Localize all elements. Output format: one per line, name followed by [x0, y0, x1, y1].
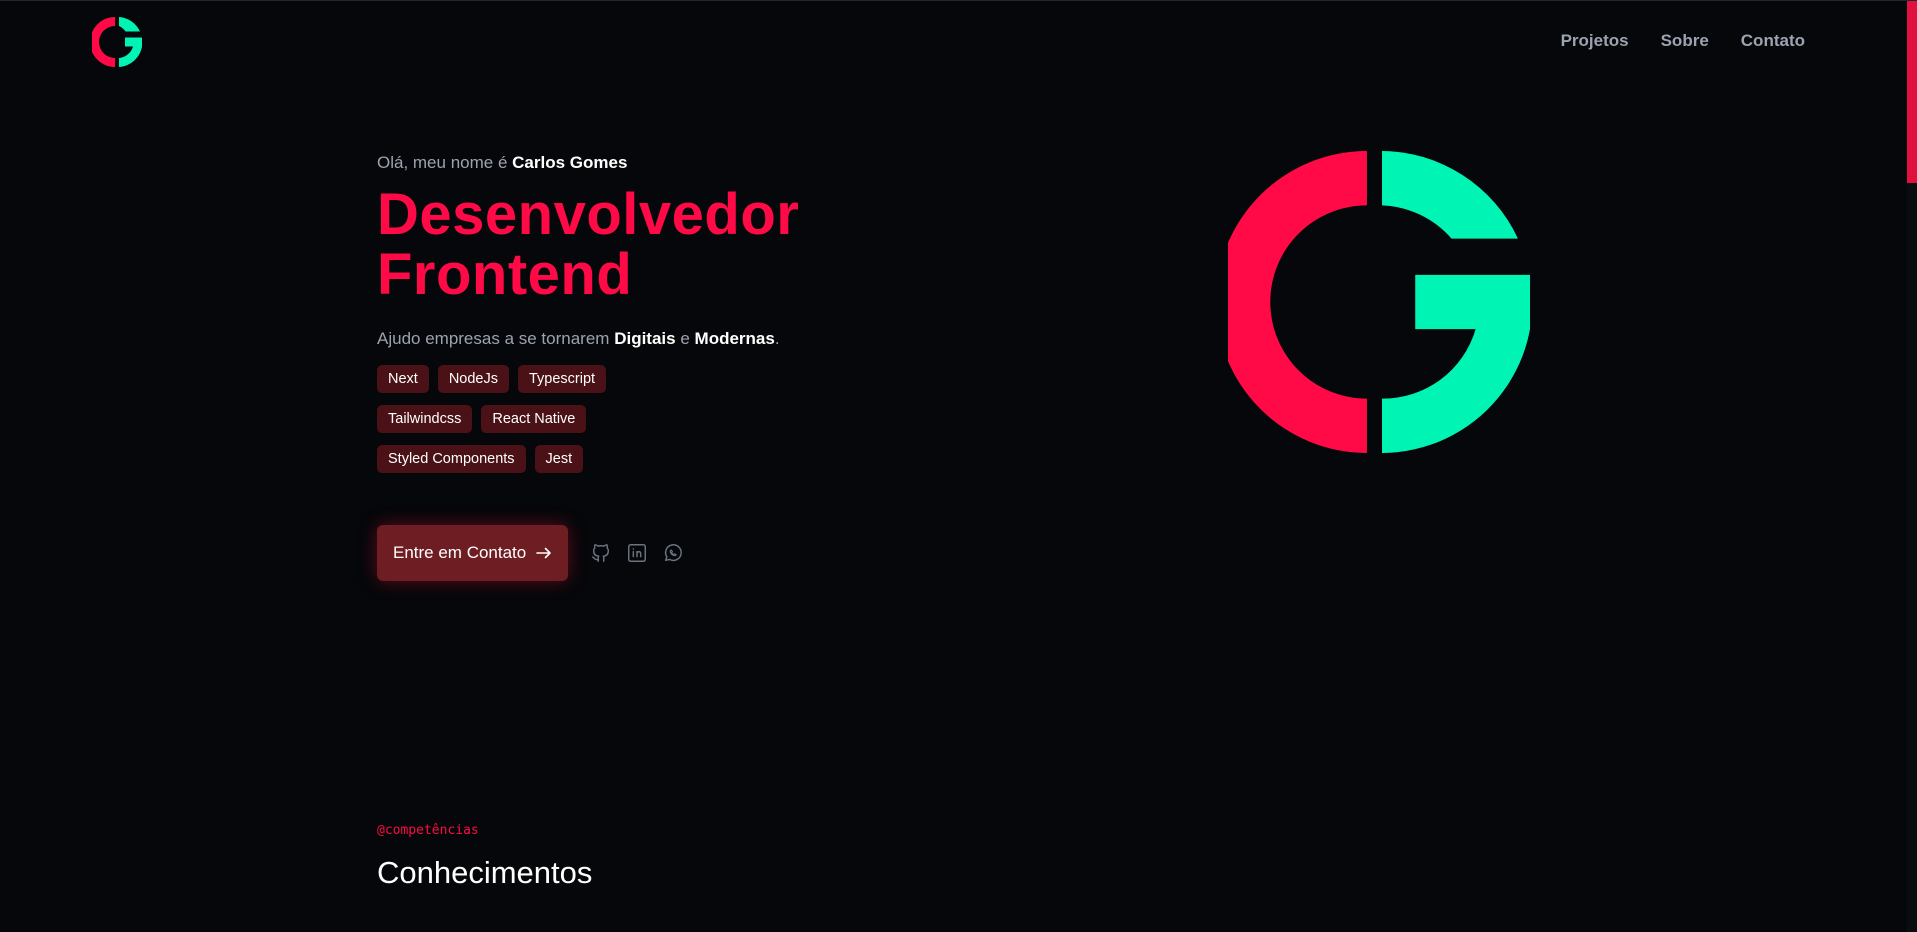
hero-section: Olá, meu nome é Carlos Gomes Desenvolved…	[377, 153, 937, 581]
scrollbar-thumb[interactable]	[1907, 1, 1917, 183]
greeting: Olá, meu nome é Carlos Gomes	[377, 153, 937, 173]
tagline-word-modernas: Modernas	[694, 329, 775, 348]
page: Projetos Sobre Contato Olá, meu nome é C…	[0, 0, 1917, 932]
contact-button-label: Entre em Contato	[393, 543, 527, 562]
tag-react-native: React Native	[481, 405, 587, 433]
tag-row: Styled Components Jest	[377, 445, 937, 473]
nav-sobre[interactable]: Sobre	[1661, 31, 1709, 51]
tagline-suffix: .	[774, 329, 780, 348]
hero-title-line2: Frontend	[377, 242, 633, 307]
cta-row: Entre em Contato	[377, 525, 937, 581]
whatsapp-icon[interactable]	[662, 542, 684, 564]
nav-contato[interactable]: Contato	[1741, 31, 1805, 51]
hero-title-line1: Desenvolvedor	[377, 182, 800, 247]
skills-section-title: Conhecimentos	[377, 855, 593, 890]
nav-projetos[interactable]: Projetos	[1561, 31, 1629, 51]
social-links	[590, 542, 684, 564]
tag-nodejs: NodeJs	[437, 365, 509, 393]
linkedin-icon[interactable]	[626, 542, 648, 564]
tagline: Ajudo empresas a se tornarem Digitais e …	[377, 329, 937, 349]
arrow-right-icon	[536, 547, 552, 559]
tag-jest: Jest	[534, 445, 584, 473]
cg-logo-large-icon	[1228, 151, 1530, 453]
contact-button[interactable]: Entre em Contato	[377, 525, 569, 581]
tag-row: Tailwindcss React Native	[377, 405, 937, 433]
hero-title: Desenvolvedor Frontend	[377, 185, 937, 305]
main-nav: Projetos Sobre Contato	[1561, 31, 1805, 51]
github-icon[interactable]	[590, 542, 612, 564]
tag-styled-components: Styled Components	[377, 445, 526, 473]
page-scrollbar[interactable]	[1907, 1, 1917, 932]
owner-name: Carlos Gomes	[512, 153, 628, 172]
tagline-joiner: e	[680, 329, 690, 348]
tagline-word-digitais: Digitais	[614, 329, 676, 348]
tag-row: Next NodeJs Typescript	[377, 365, 937, 393]
tagline-prefix: Ajudo empresas a se tornarem	[377, 329, 610, 348]
tag-next: Next	[377, 365, 429, 393]
tag-tailwindcss: Tailwindcss	[377, 405, 473, 433]
cg-logo-icon[interactable]	[92, 17, 142, 67]
skills-section-tag: @competências	[377, 823, 479, 838]
tech-tags: Next NodeJs Typescript Tailwindcss React…	[377, 365, 937, 473]
greeting-prefix: Olá, meu nome é	[377, 153, 508, 172]
tag-typescript: Typescript	[518, 365, 607, 393]
